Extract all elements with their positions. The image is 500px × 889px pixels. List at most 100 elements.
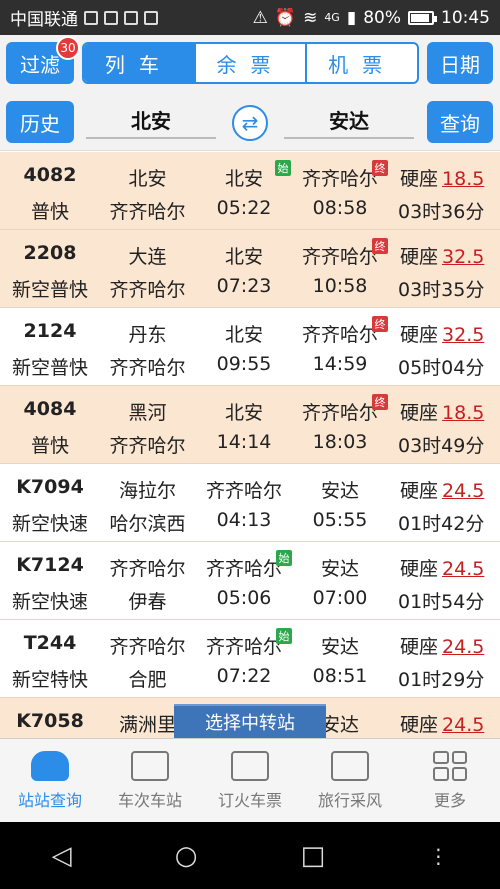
seat-price: 硬座 24.5 — [396, 554, 500, 581]
train-number: T244 — [23, 632, 77, 654]
train-row[interactable]: 2208 新空普快 大连 齐齐哈尔 北安 07:23 齐齐哈尔 10:58 03时35分 硬座 32… — [0, 230, 500, 308]
trip-duration: 05时04分 — [398, 357, 485, 379]
ticket-price-link[interactable]: 32.5 — [442, 324, 484, 346]
date-button[interactable]: 日期 — [427, 42, 493, 84]
ticket-price-link[interactable]: 24.5 — [442, 558, 484, 580]
from-station-field[interactable]: 北安 — [86, 101, 216, 139]
home-icon[interactable]: ○ — [175, 841, 198, 871]
train-type: 普快 — [30, 201, 69, 223]
clock: 10:45 — [441, 7, 490, 28]
departure-time: 05:06 — [216, 587, 272, 609]
ticket-price-link[interactable]: 18.5 — [442, 168, 484, 190]
origin-station: 海拉尔 — [118, 480, 176, 502]
departure-time: 07:23 — [216, 275, 272, 297]
train-row[interactable]: 4082 普快 北安 齐齐哈尔 北安 05:22 齐齐哈尔 08:58 03时36分 硬座 18.5… — [0, 152, 500, 230]
nav-more[interactable]: 更多 — [400, 739, 500, 822]
filter-button[interactable]: 过滤 30 — [6, 36, 80, 84]
nav-book-tickets[interactable]: 订火车票 — [200, 739, 300, 822]
origin-station: 丹东 — [128, 324, 167, 346]
terminal-station: 齐齐哈尔 — [109, 357, 186, 379]
origin-station: 齐齐哈尔 — [109, 636, 186, 658]
ticket-price-link[interactable]: 24.5 — [442, 714, 484, 736]
tab-remaining-tickets[interactable]: 余票 — [196, 44, 308, 82]
tab-air-tickets[interactable]: 机票 — [307, 44, 417, 82]
sim-icon — [84, 10, 98, 25]
seat-class: 硬座 — [400, 480, 439, 502]
select-transfer-station-button[interactable]: 选择中转站 — [174, 704, 326, 738]
departure-time: 04:13 — [216, 509, 272, 531]
terminal-tag: 终 — [372, 238, 388, 254]
menu-icon[interactable]: ⋮ — [428, 844, 448, 868]
terminal-tag: 终 — [372, 316, 388, 332]
tab-train[interactable]: 列车 — [84, 44, 196, 82]
train-row[interactable]: K7094 新空快速 海拉尔 哈尔滨西 齐齐哈尔 04:13 安达 05:55 01时42分 硬座… — [0, 464, 500, 542]
filter-count-badge: 30 — [56, 36, 80, 60]
nav-travel[interactable]: 旅行采风 — [300, 739, 400, 822]
arrival-station: 安达 — [320, 480, 359, 502]
seat-price: 硬座 32.5 — [396, 320, 500, 347]
seat-class: 硬座 — [400, 402, 439, 424]
train-list[interactable]: 4082 普快 北安 齐齐哈尔 北安 05:22 齐齐哈尔 08:58 03时36分 硬座 18.5… — [0, 152, 500, 738]
recent-apps-icon[interactable]: □ — [301, 841, 326, 871]
train-number: 4084 — [23, 398, 77, 420]
seat-price: 硬座 24.5 — [396, 476, 500, 503]
departure-time: 07:22 — [216, 665, 272, 687]
train-type: 普快 — [30, 435, 69, 457]
signal-icon: ▮ — [346, 7, 357, 28]
query-button[interactable]: 查询 — [427, 101, 493, 143]
origin-station: 大连 — [128, 246, 167, 268]
train-row[interactable]: T244 新空特快 齐齐哈尔 合肥 齐齐哈尔 07:22 安达 08:51 01时29分 硬座 24… — [0, 620, 500, 698]
to-station-field[interactable]: 安达 — [284, 101, 414, 139]
ticket-icon — [231, 750, 269, 781]
wifi-icon: ≋ — [303, 7, 318, 28]
history-button[interactable]: 历史 — [6, 101, 74, 143]
nav-train-station[interactable]: 车次车站 — [100, 739, 200, 822]
terminal-station: 齐齐哈尔 — [109, 201, 186, 223]
arrival-time: 08:51 — [312, 665, 368, 687]
nav-station-query[interactable]: 站站查询 — [0, 739, 100, 822]
train-row[interactable]: 4084 普快 黑河 齐齐哈尔 北安 14:14 齐齐哈尔 18:03 03时49分 硬座 18.5… — [0, 386, 500, 464]
top-toolbar: 过滤 30 列车 余票 机票 日期 — [0, 35, 500, 93]
trip-duration: 03时35分 — [398, 279, 485, 301]
back-icon[interactable]: ◁ — [52, 841, 72, 871]
train-number: K7094 — [16, 476, 84, 498]
seat-class: 硬座 — [400, 636, 439, 658]
ticket-price-link[interactable]: 24.5 — [442, 480, 484, 502]
departure-time: 09:55 — [216, 353, 272, 375]
departure-time: 05:22 — [216, 197, 272, 219]
battery-text: 80% — [363, 7, 401, 28]
nav-label: 更多 — [433, 790, 466, 810]
terminal-station: 齐齐哈尔 — [109, 279, 186, 301]
status-bar: 中国联通 ⚠ ⏰ ≋ 4G ▮ 80% 10:45 — [0, 0, 500, 35]
terminal-station: 齐齐哈尔 — [109, 435, 186, 457]
terminal-tag: 终 — [372, 394, 388, 410]
arrival-time: 08:58 — [312, 197, 368, 219]
origin-tag: 始 — [276, 550, 292, 566]
ticket-price-link[interactable]: 18.5 — [442, 402, 484, 424]
seat-class: 硬座 — [400, 558, 439, 580]
train-type: 新空快速 — [11, 513, 88, 535]
train-icon — [31, 750, 69, 781]
train-type: 新空快速 — [11, 591, 88, 613]
ticket-price-link[interactable]: 24.5 — [442, 636, 484, 658]
departure-station: 北安 — [224, 324, 263, 346]
chat-icon — [331, 750, 369, 781]
arrival-time: 05:55 — [312, 509, 368, 531]
train-row[interactable]: K7124 新空快速 齐齐哈尔 伊春 齐齐哈尔 05:06 安达 07:00 01时54分 硬座 2… — [0, 542, 500, 620]
nav-label: 车次车站 — [117, 790, 182, 810]
origin-tag: 始 — [276, 628, 292, 644]
swap-stations-icon[interactable]: ⇄ — [232, 105, 268, 141]
train-number: 4082 — [23, 164, 77, 186]
trip-duration: 03时49分 — [398, 435, 485, 457]
seat-class: 硬座 — [400, 714, 439, 736]
departure-station: 北安 — [224, 402, 263, 424]
train-type: 新空特快 — [11, 669, 88, 691]
ticket-price-link[interactable]: 32.5 — [442, 246, 484, 268]
seat-class: 硬座 — [400, 246, 439, 268]
train-number: K7058 — [16, 710, 84, 732]
train-row[interactable]: 2124 新空普快 丹东 齐齐哈尔 北安 09:55 齐齐哈尔 14:59 05时04分 硬座 32… — [0, 308, 500, 386]
trip-duration: 03时36分 — [398, 201, 485, 223]
origin-station: 齐齐哈尔 — [109, 558, 186, 580]
battery-icon — [408, 10, 437, 25]
train-number: 2124 — [23, 320, 77, 342]
